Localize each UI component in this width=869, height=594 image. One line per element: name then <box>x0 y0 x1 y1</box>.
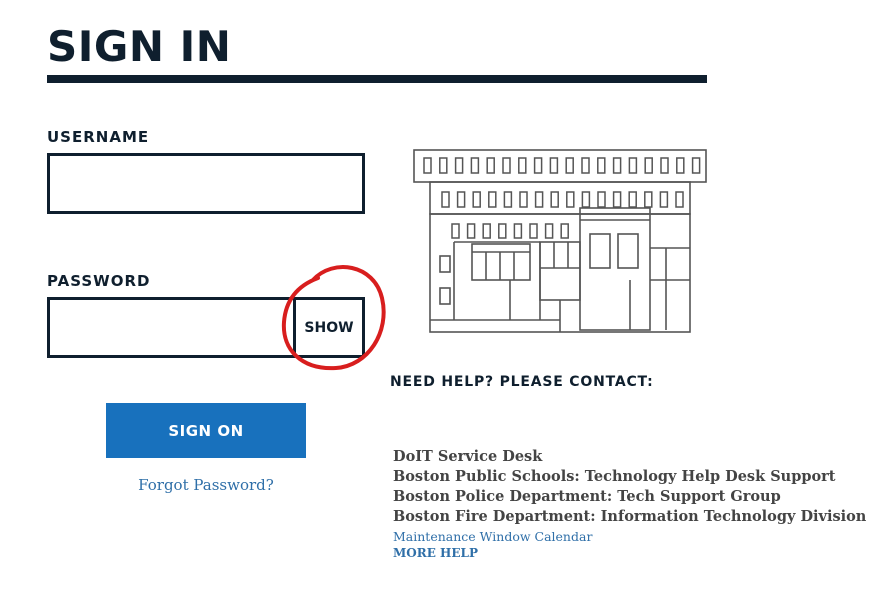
building-window <box>470 157 480 174</box>
contact-list: DoIT Service Desk Boston Public Schools:… <box>393 447 866 561</box>
building-window <box>519 191 528 208</box>
building-window <box>529 223 538 239</box>
building-window <box>534 191 544 208</box>
building-window <box>597 191 606 208</box>
username-input[interactable] <box>47 153 365 214</box>
contact-bfd-it-division[interactable]: Boston Fire Department: Information Tech… <box>393 507 866 527</box>
title-divider <box>47 75 707 83</box>
building-window <box>513 223 523 239</box>
building-window <box>456 191 466 208</box>
building-window <box>644 191 653 208</box>
building-window <box>560 223 569 239</box>
password-label: PASSWORD <box>47 272 151 290</box>
username-label: USERNAME <box>47 128 150 146</box>
sign-on-button[interactable]: SIGN ON <box>106 403 306 458</box>
building-window <box>439 157 448 174</box>
help-heading: NEED HELP? PLEASE CONTACT: <box>390 374 654 390</box>
building-window <box>566 191 575 208</box>
maintenance-calendar-link[interactable]: Maintenance Window Calendar <box>393 529 863 545</box>
building-window <box>581 191 591 208</box>
building-window <box>691 157 701 174</box>
building-window <box>482 223 491 239</box>
building-window <box>550 191 559 208</box>
building-window <box>581 157 590 174</box>
building-window <box>659 191 669 208</box>
forgot-password-link[interactable]: Forgot Password? <box>106 476 306 494</box>
building-window <box>498 223 507 239</box>
building-window <box>472 191 481 208</box>
building-window <box>451 223 460 239</box>
page-title: SIGN IN <box>47 22 232 71</box>
building-window <box>544 223 554 239</box>
building-window <box>466 223 476 239</box>
contact-bps-help-desk[interactable]: Boston Public Schools: Technology Help D… <box>393 467 863 487</box>
building-window <box>565 157 574 174</box>
city-hall-building-icon <box>413 149 707 333</box>
building-window <box>644 157 653 174</box>
building-window <box>660 157 669 174</box>
building-window <box>675 191 684 208</box>
building-window <box>676 157 685 174</box>
building-window <box>628 191 637 208</box>
building-window <box>441 191 450 208</box>
building-window <box>423 157 432 174</box>
building-window <box>612 157 622 174</box>
building-window <box>502 157 511 174</box>
building-window <box>628 157 638 174</box>
show-password-button[interactable]: SHOW <box>293 297 365 358</box>
building-window <box>533 157 543 174</box>
building-window <box>518 157 527 174</box>
building-window <box>488 191 497 208</box>
building-window <box>597 157 606 174</box>
building-window <box>549 157 559 174</box>
building-window <box>486 157 495 174</box>
building-window <box>454 157 464 174</box>
more-help-link[interactable]: MORE HELP <box>393 545 863 561</box>
building-window <box>503 191 513 208</box>
building-window <box>612 191 622 208</box>
contact-doit-service-desk[interactable]: DoIT Service Desk <box>393 447 863 467</box>
contact-bpd-tech-support[interactable]: Boston Police Department: Tech Support G… <box>393 487 863 507</box>
